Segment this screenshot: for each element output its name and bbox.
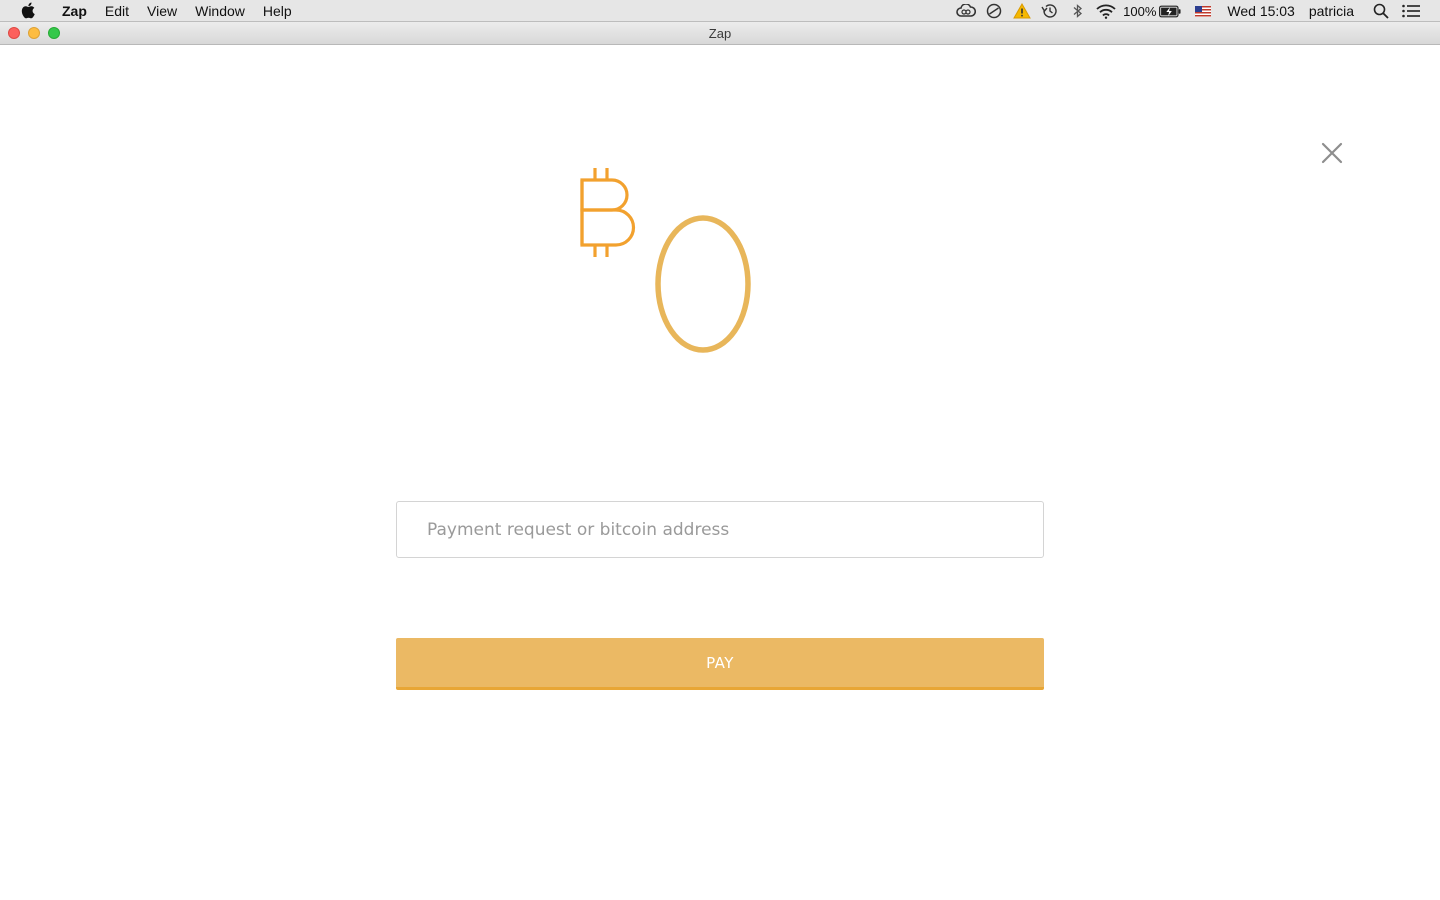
menu-window[interactable]: Window	[186, 0, 254, 22]
battery-charging-icon[interactable]	[1159, 0, 1181, 22]
time-machine-icon[interactable]	[1039, 0, 1061, 22]
sync-icon[interactable]	[983, 0, 1005, 22]
window-zoom-button[interactable]	[48, 27, 60, 39]
bluetooth-icon[interactable]	[1067, 0, 1089, 22]
close-form-button[interactable]	[1318, 139, 1346, 167]
bitcoin-symbol-icon[interactable]	[578, 165, 638, 262]
pay-form: 0 PAY	[0, 45, 1440, 900]
spotlight-search-icon[interactable]	[1370, 0, 1392, 22]
creative-cloud-icon[interactable]	[955, 0, 977, 22]
amount-display: 0	[570, 160, 870, 360]
close-icon	[1321, 142, 1343, 164]
window-close-button[interactable]	[8, 27, 20, 39]
battery-percent: 100%	[1123, 3, 1157, 19]
menu-clock[interactable]: Wed 15:03	[1227, 3, 1294, 19]
warning-icon[interactable]	[1011, 0, 1033, 22]
menu-bar-left: Zap Edit View Window Help	[0, 0, 301, 22]
notification-center-icon[interactable]	[1400, 0, 1422, 22]
pay-button[interactable]: PAY	[396, 638, 1044, 690]
amount-value-glyph: 0	[655, 215, 755, 360]
us-flag-input-source-icon[interactable]	[1195, 5, 1212, 17]
menu-bar-status-area: 100% Wed 15:03 patricia	[955, 0, 1440, 22]
window-titlebar: Zap	[0, 22, 1440, 45]
window-title: Zap	[708, 25, 732, 41]
wifi-icon[interactable]	[1095, 0, 1117, 22]
menu-help[interactable]: Help	[254, 0, 301, 22]
menu-view[interactable]: View	[138, 0, 186, 22]
apple-menu-icon[interactable]	[19, 2, 37, 20]
window-minimize-button[interactable]	[28, 27, 40, 39]
menu-edit[interactable]: Edit	[96, 0, 138, 22]
menu-bar: Zap Edit View Window Help 100% Wed 15:03…	[0, 0, 1440, 22]
menu-app-name[interactable]: Zap	[53, 0, 96, 22]
payment-request-input[interactable]	[396, 501, 1044, 558]
zero-digit-glyph	[655, 215, 751, 353]
menu-user[interactable]: patricia	[1309, 3, 1354, 19]
